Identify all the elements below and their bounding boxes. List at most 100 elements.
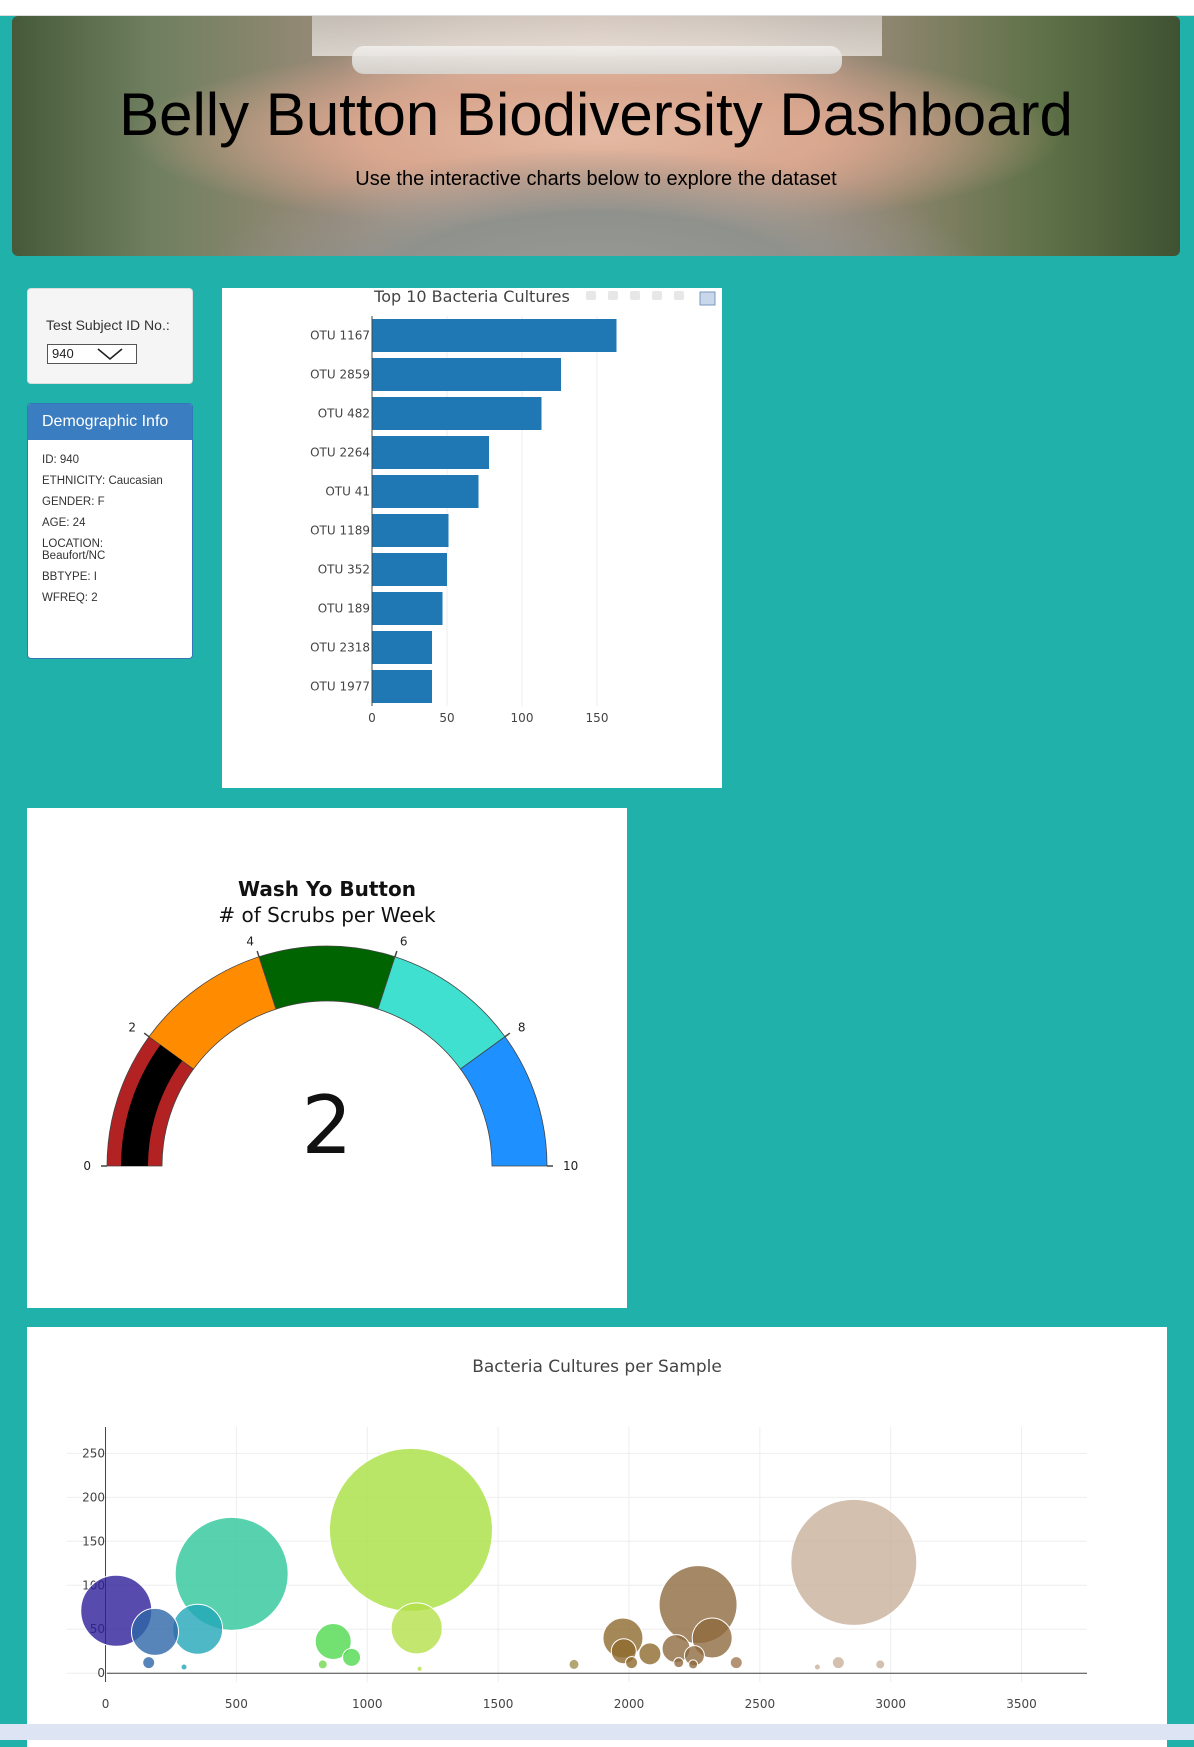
chevron-down-icon: [97, 348, 123, 361]
demographic-gender: GENDER: F: [42, 496, 105, 508]
gauge-tick-label: 8: [518, 1020, 526, 1034]
bubble-point: [180, 1663, 188, 1671]
bubble-x-tick-label: 0: [102, 1697, 110, 1711]
bubble-point: [416, 1665, 423, 1672]
gauge-tick-label: 0: [83, 1159, 91, 1173]
bar: [372, 553, 447, 586]
bubble-point: [317, 1659, 328, 1670]
gauge-tick-label: 2: [128, 1020, 136, 1034]
subject-id-value: 940: [52, 346, 74, 361]
bar-category-label: OTU 2859: [310, 368, 370, 382]
subject-selector-label: Test Subject ID No.:: [46, 317, 170, 333]
bubble-x-tick-label: 1000: [352, 1697, 383, 1711]
bubble-point: [142, 1656, 156, 1670]
camera-icon: [586, 291, 596, 300]
bubble-point: [568, 1658, 580, 1670]
bar-chart-title: Top 10 Bacteria Cultures: [373, 288, 570, 306]
page-subtitle: Use the interactive charts below to expl…: [355, 168, 837, 190]
gauge-subtitle: # of Scrubs per Week: [218, 903, 436, 927]
plotly-logo-icon: [699, 291, 716, 306]
bubble-chart: 0500100015002000250030003500050100150200…: [67, 1357, 1087, 1711]
zoom-icon: [608, 291, 618, 300]
demographic-ethnicity: ETHNICITY: Caucasian: [42, 475, 163, 487]
banner-image-band: [352, 46, 842, 74]
page-title: Belly Button Biodiversity Dashboard: [119, 81, 1073, 148]
gauge-tick: [143, 1032, 150, 1038]
bar-category-label: OTU 352: [318, 563, 370, 577]
bubble-x-tick-label: 2500: [745, 1697, 776, 1711]
bar-x-tick-label: 150: [586, 711, 609, 725]
bubble-point: [172, 1603, 224, 1655]
gauge-tick: [256, 950, 260, 957]
bar-x-tick-label: 0: [368, 711, 376, 725]
bar: [372, 358, 561, 391]
bubble-point: [342, 1647, 362, 1667]
gauge-value-label: 2: [302, 1079, 353, 1172]
demographic-age: AGE: 24: [42, 517, 86, 529]
bubble-point: [831, 1656, 845, 1670]
demographic-bbtype: BBTYPE: I: [42, 571, 97, 583]
header-banner: Belly Button Biodiversity Dashboard Use …: [12, 16, 1180, 256]
bar: [372, 592, 443, 625]
bubble-point: [328, 1447, 493, 1612]
bar-category-label: OTU 1167: [310, 329, 370, 343]
demographic-info-panel: Demographic Info ID: 940 ETHNICITY: Cauc…: [27, 403, 193, 659]
bubble-y-tick-label: 200: [82, 1490, 105, 1504]
bar-category-label: OTU 1977: [310, 680, 370, 694]
plot-modebar: [586, 291, 684, 300]
bubble-point: [813, 1663, 821, 1671]
bubble-point: [390, 1602, 443, 1655]
gauge-step: [258, 945, 396, 1010]
bar: [372, 397, 542, 430]
bubble-x-tick-label: 2000: [614, 1697, 645, 1711]
home-icon: [652, 291, 662, 300]
bar-chart: 0 50 100 150 OTU 1167 OTU 2859 OTU 482 OTU 2264…: [310, 287, 716, 725]
bubble-point: [638, 1642, 662, 1666]
subject-id-dropdown[interactable]: 940: [47, 344, 137, 364]
gauge-tick-label: 10: [563, 1159, 578, 1173]
bar-x-tick-label: 50: [439, 711, 454, 725]
bar-x-tick-label: 100: [511, 711, 534, 725]
bubble-y-tick-label: 250: [82, 1446, 105, 1460]
bar-category-label: OTU 41: [325, 485, 370, 499]
gauge-chart: 0 2 4 6 8 10 Wash Yo Button# of Scrubs per Wee…: [83, 877, 578, 1173]
gauge-tick-label: 4: [246, 935, 254, 949]
bar-chart-card: 0 50 100 150 OTU 1167 OTU 2859 OTU 482 OTU 2264…: [222, 287, 722, 788]
bar: [372, 670, 432, 703]
gauge-chart-card: 0 2 4 6 8 10 Wash Yo Button # of Scrubs per Wee…: [27, 808, 627, 1308]
demographic-info-body: ID: 940 ETHNICITY: Caucasian GENDER: F A…: [28, 440, 192, 604]
bar-category-label: OTU 2264: [310, 446, 370, 460]
demographic-id: ID: 940: [42, 454, 80, 466]
demographic-location: LOCATION: Beaufort/NC: [42, 538, 106, 562]
pan-icon: [630, 291, 640, 300]
bubble-x-tick-label: 500: [225, 1697, 248, 1711]
bubble-y-tick-label: 0: [97, 1666, 105, 1680]
bubble-chart-card: 0500100015002000250030003500050100150200…: [27, 1327, 1167, 1747]
subject-selector-panel: Test Subject ID No.: 940: [27, 288, 193, 384]
bubble-point: [625, 1656, 639, 1670]
bubble-x-tick-label: 3000: [875, 1697, 906, 1711]
bubble-x-tick-label: 1500: [483, 1697, 514, 1711]
bar-category-label: OTU 482: [318, 407, 370, 421]
bubble-point: [673, 1657, 685, 1669]
demographic-info-heading: Demographic Info: [28, 404, 192, 440]
bubble-point: [790, 1498, 918, 1626]
browser-top-strip: [0, 0, 1194, 16]
bar: [372, 319, 617, 352]
bar: [372, 475, 479, 508]
bar-category-label: OTU 1189: [310, 524, 370, 538]
bubble-x-tick-label: 3500: [1006, 1697, 1037, 1711]
browser-bottom-strip: [0, 1724, 1194, 1740]
gauge-tick: [394, 950, 398, 957]
bar-category-label: OTU 2318: [310, 641, 370, 655]
bubble-point: [130, 1607, 179, 1656]
bar-category-label: OTU 189: [318, 602, 370, 616]
gauge-title: Wash Yo Button: [238, 877, 416, 901]
demographic-wfreq: WFREQ: 2: [42, 592, 98, 604]
bar: [372, 436, 489, 469]
gauge-tick-label: 6: [400, 935, 408, 949]
bubble-point: [729, 1656, 743, 1670]
gauge-tick: [504, 1032, 511, 1038]
bubble-point: [875, 1659, 886, 1670]
bubble-point: [688, 1659, 699, 1670]
